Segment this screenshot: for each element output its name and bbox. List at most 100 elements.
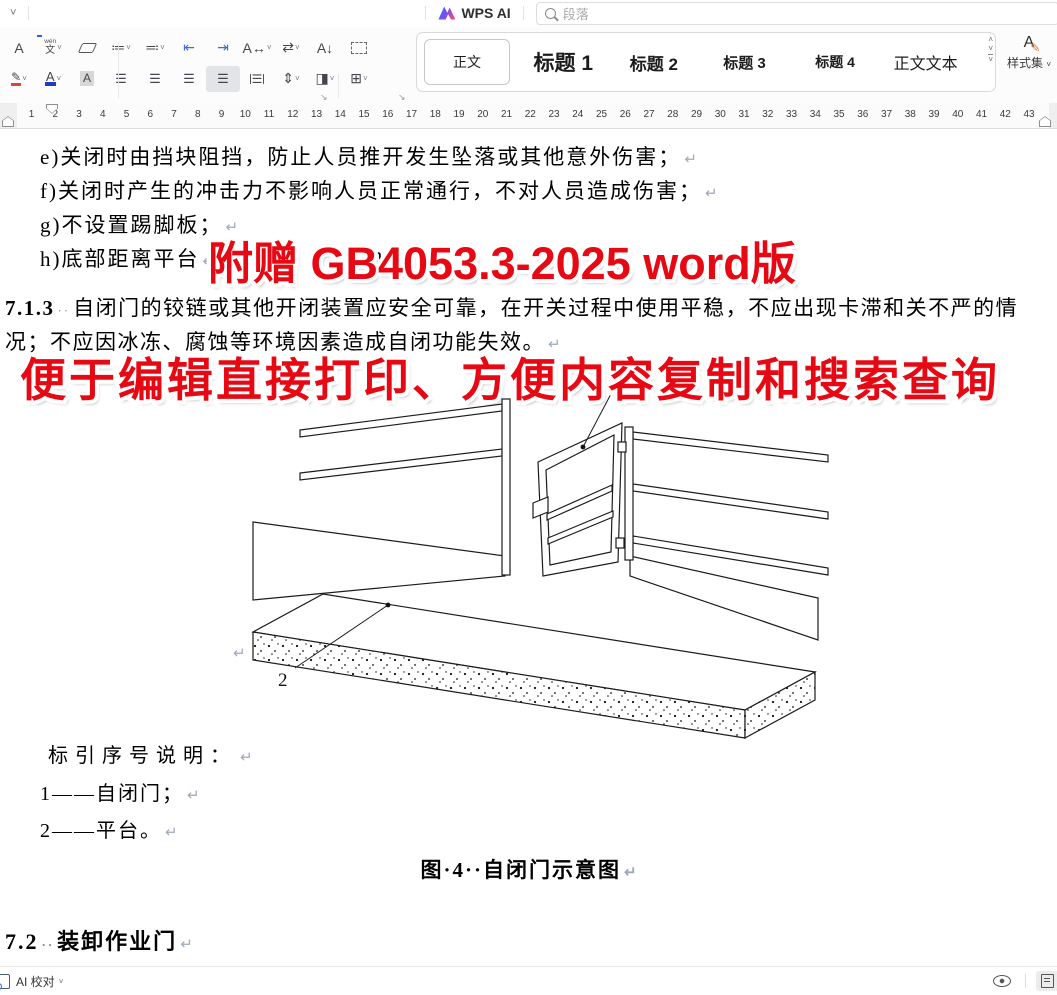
paragraph-mark: ↵ — [684, 151, 697, 168]
sort-button[interactable]: A↓ — [308, 35, 342, 61]
ruler-number: 12 — [285, 109, 300, 120]
style-option[interactable]: 标题 2 — [609, 50, 700, 75]
line-spacing-button[interactable]: ⇕˅ — [274, 66, 308, 92]
watermark-line1: 附赠 GB4053.3-2025 word版附赠 GB4053.3-2025 w… — [208, 227, 796, 292]
pinyin-guide-button[interactable]: wén文˅ — [36, 35, 70, 61]
gallery-scroll-down-icon[interactable]: ˅ — [988, 45, 993, 52]
ruler-number: 1 — [24, 109, 39, 120]
char-shading-button[interactable]: A — [70, 66, 104, 92]
ruler-number: 32 — [760, 109, 775, 120]
search-icon — [545, 8, 556, 19]
divider — [1025, 974, 1026, 988]
document-page[interactable]: e)关闭时由挡块阻挡，防止人员推开发生坠落或其他意外伤害；↵ f)关闭时产生的冲击… — [0, 129, 1057, 967]
toolbar: A wén文˅ ≔˅ ≕˅ ⇤ ⇥ A↔˅ ⇄˅ A↓ ✎˅ A˅ A ☰ ☰ … — [0, 26, 1057, 104]
ruler-number: 27 — [642, 109, 657, 120]
group-divider — [338, 74, 339, 98]
gallery-scroll-up-icon[interactable]: ˄ — [988, 36, 993, 43]
menu-tabs — [153, 0, 401, 26]
ruler-number: 4 — [95, 109, 110, 120]
paragraph-mark: ↵ — [705, 185, 718, 202]
format-icon-block: A wén文˅ ≔˅ ≕˅ ⇤ ⇥ A↔˅ ⇄˅ A↓ ✎˅ A˅ A ☰ ☰ … — [2, 32, 410, 94]
wps-ai-logo-icon — [438, 7, 455, 20]
wps-ai-button[interactable]: WPS AI — [438, 5, 510, 21]
align-center-button[interactable]: ☰ — [138, 66, 172, 92]
menu-bar: ˅ WPS AI 段落 — [0, 0, 1057, 26]
figure-caption: 图·4··自闭门示意图↵ — [0, 854, 1057, 884]
collapse-ribbon-icon[interactable]: ˅ — [10, 7, 16, 19]
paragraph-mark: ↵ — [233, 644, 246, 662]
ruler-number: 5 — [119, 109, 134, 120]
highlight-pen-button[interactable]: ✎˅ — [2, 66, 36, 92]
ruler-number: 16 — [380, 109, 395, 120]
ruler-number: 20 — [475, 109, 490, 120]
gallery-expand-icon[interactable]: ˅ — [988, 54, 993, 63]
style-option[interactable]: 正文 — [424, 39, 510, 85]
style-option[interactable]: 标题 3 — [699, 52, 790, 73]
eye-protect-icon[interactable] — [993, 975, 1011, 987]
legend-title: 标引序号说明：↵ — [48, 739, 253, 768]
wps-writer-window: ˅ WPS AI 段落 A wén文˅ ≔˅ ≕˅ ⇤ ⇥ A↔˅ ⇄˅ — [0, 0, 1057, 995]
distribute-button[interactable]: ☰ — [240, 66, 274, 92]
ruler-number: 30 — [713, 109, 728, 120]
style-gallery: 正文标题 1标题 2标题 3标题 4正文文本 — [416, 32, 996, 92]
numbered-list-button[interactable]: ≕˅ — [138, 35, 172, 61]
ruler-number: 13 — [309, 109, 324, 120]
ruler-number: 19 — [452, 109, 467, 120]
ruler: 1234567891011121314151617181920212223242… — [0, 103, 1057, 129]
style-option[interactable]: 标题 1 — [518, 47, 609, 77]
ruler-number: 7 — [167, 109, 182, 120]
ruler-number: 23 — [547, 109, 562, 120]
document-line: f)关闭时产生的冲击力不影响人员正常通行，不对人员造成伤害；↵ — [40, 175, 718, 205]
divider — [28, 6, 29, 20]
swap-direction-button[interactable]: ⇄˅ — [274, 35, 308, 61]
align-right-button[interactable]: ☰ — [172, 66, 206, 92]
font-group-expander-icon[interactable]: ↘ — [320, 92, 328, 103]
style-gallery-arrows: ˄ ˅ ˅ — [988, 36, 993, 63]
increase-indent-button[interactable]: ⇥ — [206, 35, 240, 61]
ruler-number: 36 — [855, 109, 870, 120]
ruler-number: 14 — [333, 109, 348, 120]
group-divider — [118, 42, 119, 98]
char-scale-button[interactable]: A↔˅ — [240, 35, 274, 61]
ruler-number: 29 — [689, 109, 704, 120]
clause-number: 7.1.3 — [5, 296, 55, 320]
ruler-number: 39 — [927, 109, 942, 120]
ruler-number: 22 — [523, 109, 538, 120]
ai-proofread-button[interactable]: AI 校对 — [16, 973, 55, 990]
ruler-number: 43 — [1022, 109, 1037, 120]
divider — [523, 6, 524, 20]
style-set-button[interactable]: A✎ 样式集 ˅ — [1001, 34, 1057, 71]
ruler-number: 28 — [665, 109, 680, 120]
view-mode-button[interactable] — [1036, 971, 1057, 991]
bullet-list-button[interactable]: ≔˅ — [104, 35, 138, 61]
align-left-button[interactable]: ☰ — [104, 66, 138, 92]
ruler-number: 42 — [998, 109, 1013, 120]
ruler-number: 31 — [737, 109, 752, 120]
style-option[interactable]: 标题 4 — [790, 52, 881, 72]
clause-7-2-heading: 7.2··装卸作业门↵ — [5, 924, 193, 956]
borders-button[interactable]: ⊞˅ — [342, 66, 376, 92]
ruler-number: 35 — [832, 109, 847, 120]
ruler-number: 8 — [190, 109, 205, 120]
chevron-down-icon[interactable]: ˅ — [59, 977, 64, 986]
ruler-numbers: 1234567891011121314151617181920212223242… — [24, 109, 1037, 120]
ruler-number: 25 — [594, 109, 609, 120]
divider — [425, 6, 426, 20]
justify-button[interactable]: ☰ — [206, 66, 240, 92]
show-marks-button[interactable] — [342, 35, 376, 61]
document-line: e)关闭时由挡块阻挡，防止人员推开发生坠落或其他意外伤害；↵ — [40, 141, 697, 171]
shrink-font-button[interactable]: A — [2, 35, 36, 61]
paragraph-group-expander-icon[interactable]: ↘ — [398, 92, 406, 103]
figure-self-closing-gate: 2 — [0, 390, 1057, 742]
search-placeholder: 段落 — [563, 4, 589, 23]
command-search-input[interactable]: 段落 — [536, 2, 1057, 25]
style-option[interactable]: 正文文本 — [880, 50, 971, 74]
font-color-button[interactable]: A˅ — [36, 66, 70, 92]
ruler-number: 10 — [238, 109, 253, 120]
ruler-number: 21 — [499, 109, 514, 120]
decrease-indent-button[interactable]: ⇤ — [172, 35, 206, 61]
shading-fill-button[interactable]: ◨˅ — [308, 66, 342, 92]
clear-format-eraser-icon[interactable] — [70, 35, 104, 61]
wps-ai-label: WPS AI — [461, 5, 510, 21]
figure-label-2: 2 — [278, 670, 288, 691]
